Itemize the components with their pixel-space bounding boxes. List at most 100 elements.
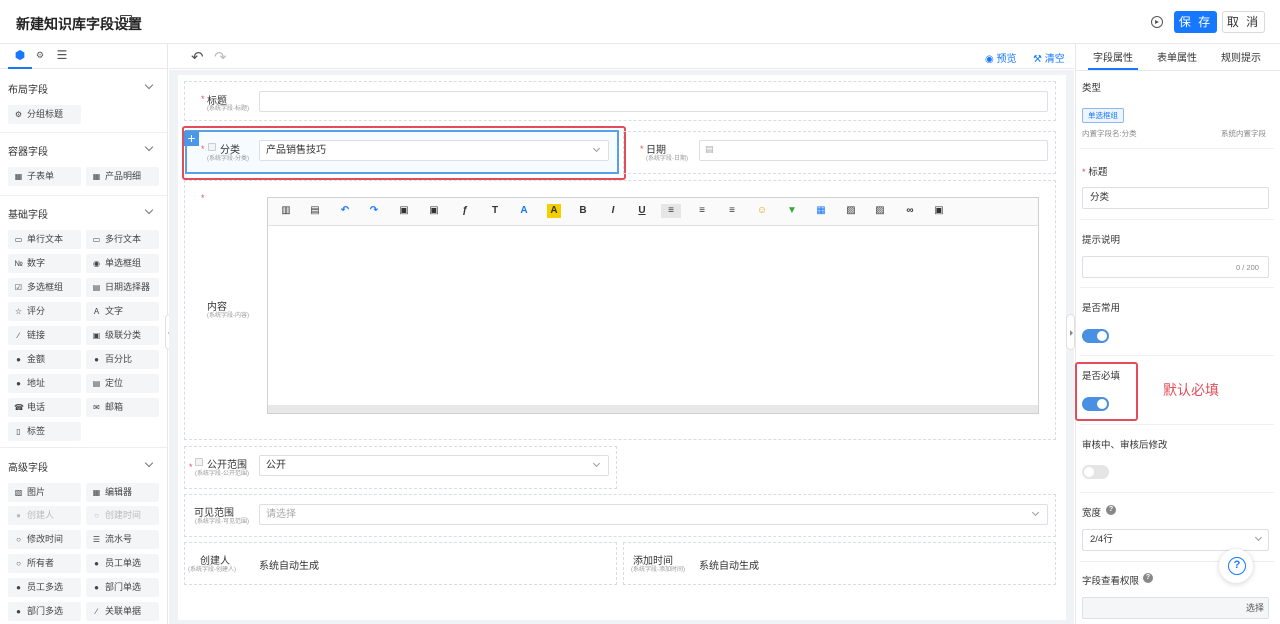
tab-rule-hints[interactable]: 规则提示 xyxy=(1221,49,1261,64)
section-container-title[interactable]: 容器字段 xyxy=(8,143,48,158)
play-circle-icon[interactable] xyxy=(1151,16,1163,28)
palette-item[interactable]: ▦ 子表单 xyxy=(8,167,81,186)
palette-item[interactable]: ☰ 流水号 xyxy=(86,530,159,549)
link-icon[interactable]: ∞ xyxy=(903,204,917,218)
title-input[interactable] xyxy=(259,91,1048,112)
palette-item[interactable]: ∕ 关联单据 xyxy=(86,602,159,621)
palette-item[interactable]: ▦ 编辑器 xyxy=(86,483,159,502)
perm-select-button[interactable]: 选择 xyxy=(1241,597,1269,619)
highlight-icon[interactable]: A xyxy=(547,204,561,218)
redo-icon[interactable]: ↷ xyxy=(214,48,227,66)
help-icon[interactable]: ? xyxy=(1106,505,1116,515)
font-color-icon[interactable]: A xyxy=(517,204,531,218)
font-family-icon[interactable]: ƒ xyxy=(458,204,472,218)
palette-item[interactable]: ▤ 定位 xyxy=(86,374,159,393)
palette-item[interactable]: ○ 修改时间 xyxy=(8,530,81,549)
edit-toggle[interactable] xyxy=(1082,465,1109,479)
edit-title-icon[interactable] xyxy=(120,15,132,27)
chevron-down-icon[interactable] xyxy=(144,142,154,152)
palette-item[interactable]: A 文字 xyxy=(86,302,159,321)
palette-item[interactable]: ● 百分比 xyxy=(86,350,159,369)
palette-item[interactable]: ⚙ 分组标题 xyxy=(8,105,81,124)
palette-item[interactable]: ▭ 多行文本 xyxy=(86,230,159,249)
palette-item[interactable]: ▧ 图片 xyxy=(8,483,81,502)
align-left-icon[interactable]: ≡ xyxy=(661,204,681,218)
align-center-icon[interactable]: ≡ xyxy=(695,204,709,218)
align-right-icon[interactable]: ≡ xyxy=(725,204,739,218)
media-icon[interactable]: ▨ xyxy=(873,204,887,218)
code-icon[interactable]: ▣ xyxy=(932,204,946,218)
palette-item[interactable]: ● 员工多选 xyxy=(8,578,81,597)
tab-field-props[interactable]: 字段属性 xyxy=(1093,49,1133,64)
link-icon: ∕ xyxy=(17,331,20,340)
paste-icon[interactable]: ▣ xyxy=(397,204,411,218)
single-line-icon: ▭ xyxy=(14,235,23,244)
paste-text-icon[interactable]: ▣ xyxy=(427,204,441,218)
palette-item[interactable]: ☑ 多选框组 xyxy=(8,278,81,297)
date-input[interactable] xyxy=(699,140,1048,161)
chevron-down-icon[interactable] xyxy=(144,458,154,468)
table-icon[interactable]: ▦ xyxy=(814,204,828,218)
user-icon: ● xyxy=(94,583,99,592)
radio-icon: ◉ xyxy=(93,259,100,268)
font-size-icon[interactable]: T xyxy=(488,204,502,218)
insert-line-icon[interactable]: ▼ xyxy=(785,204,799,218)
width-select[interactable]: 2/4行 xyxy=(1082,529,1269,551)
section-basic-title[interactable]: 基础字段 xyxy=(8,206,48,221)
palette-item[interactable]: ○ 所有者 xyxy=(8,554,81,573)
section-advanced-title[interactable]: 高级字段 xyxy=(8,459,48,474)
image-icon[interactable]: ▨ xyxy=(844,204,858,218)
undo-icon[interactable]: ↶ xyxy=(191,48,204,66)
palette-item[interactable]: № 数字 xyxy=(8,254,81,273)
palette-item[interactable]: ✉ 邮箱 xyxy=(86,398,159,417)
section-layout-title[interactable]: 布局字段 xyxy=(8,81,48,96)
table-icon: ▦ xyxy=(14,172,23,181)
annotation-text: 默认必填 xyxy=(1163,382,1219,398)
palette-item[interactable]: ● 员工单选 xyxy=(86,554,159,573)
palette-item[interactable]: ▤ 日期选择器 xyxy=(86,278,159,297)
common-toggle[interactable] xyxy=(1082,329,1109,343)
chevron-down-icon[interactable] xyxy=(144,205,154,215)
emoji-icon[interactable]: ☺ xyxy=(755,204,769,218)
source-icon[interactable]: ▥ xyxy=(279,204,293,218)
field-creator[interactable] xyxy=(184,542,617,585)
help-icon[interactable]: ? xyxy=(1143,573,1153,583)
palette-item[interactable]: ▯ 标签 xyxy=(8,422,81,441)
palette-item[interactable]: ● 部门单选 xyxy=(86,578,159,597)
undo-icon[interactable]: ↶ xyxy=(338,204,352,218)
template-icon[interactable]: ▤ xyxy=(308,204,322,218)
palette-item[interactable]: ◉ 单选框组 xyxy=(86,254,159,273)
palette-item[interactable]: ● 金额 xyxy=(8,350,81,369)
perm-label: 字段查看权限 xyxy=(1082,576,1140,587)
title-prop-input[interactable]: 分类 xyxy=(1082,187,1269,209)
palette-item[interactable]: ▣ 级联分类 xyxy=(86,326,159,345)
bold-icon[interactable]: B xyxy=(576,204,590,218)
cube-icon[interactable]: ⬢ xyxy=(12,48,28,64)
palette-item[interactable]: ☎ 电话 xyxy=(8,398,81,417)
tab-form-props[interactable]: 表单属性 xyxy=(1157,49,1197,64)
public-scope-select[interactable]: 公开 xyxy=(259,455,609,476)
field-checkbox[interactable] xyxy=(195,458,203,466)
chevron-down-icon[interactable] xyxy=(144,80,154,90)
palette-item[interactable]: ● 地址 xyxy=(8,374,81,393)
palette-item[interactable]: ● 部门多选 xyxy=(8,602,81,621)
palette-item[interactable]: ▦ 产品明细 xyxy=(86,167,159,186)
collapse-right-handle[interactable] xyxy=(1066,314,1075,350)
italic-icon[interactable]: I xyxy=(606,204,620,218)
underline-icon[interactable]: U xyxy=(635,204,649,218)
preview-button[interactable]: ◉ 预览 xyxy=(985,50,1017,65)
rich-text-editor[interactable]: ▥ ▤ ↶ ↷ ▣ ▣ ƒ T A A B I U ≡ ≡ ≡ ☺ ▼ ▦ ▨ … xyxy=(267,197,1039,414)
gear-icon[interactable]: ⚙ xyxy=(32,50,48,66)
clear-button[interactable]: ⚒ 清空 xyxy=(1033,50,1065,65)
help-icon[interactable] xyxy=(1219,549,1253,583)
save-button[interactable]: 保 存 xyxy=(1174,11,1217,33)
visible-scope-select[interactable]: 请选择 xyxy=(259,504,1048,525)
cancel-button[interactable]: 取 消 xyxy=(1222,11,1265,33)
palette-item[interactable]: ▭ 单行文本 xyxy=(8,230,81,249)
divider xyxy=(1080,424,1274,425)
palette-item[interactable]: ∕ 链接 xyxy=(8,326,81,345)
tree-icon[interactable]: ☰ xyxy=(54,48,70,64)
palette-item[interactable]: ☆ 评分 xyxy=(8,302,81,321)
field-add-time[interactable] xyxy=(623,542,1056,585)
redo-icon[interactable]: ↷ xyxy=(367,204,381,218)
